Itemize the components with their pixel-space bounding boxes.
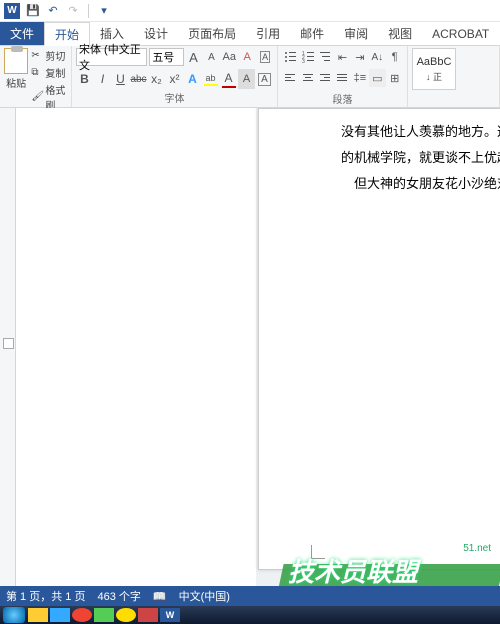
align-left-button[interactable] [282, 69, 298, 87]
sort-button[interactable]: A↓ [369, 48, 385, 66]
phonetic-guide-button[interactable]: A [257, 48, 273, 66]
paste-label: 粘贴 [6, 75, 26, 90]
start-button[interactable] [2, 607, 26, 623]
strike-button[interactable]: abc [130, 69, 147, 89]
vertical-ruler[interactable] [0, 108, 16, 606]
justify-button[interactable] [334, 69, 350, 87]
qat-separator [88, 4, 89, 18]
bold-button[interactable]: B [76, 69, 93, 89]
font-color-button[interactable]: A [220, 69, 237, 89]
text-effects-button[interactable]: A [184, 69, 201, 89]
windows-taskbar: W [0, 606, 500, 624]
quick-access-toolbar: W 💾 ↶ ↷ ▾ [0, 0, 500, 22]
status-word-count[interactable]: 463 个字 [97, 588, 140, 604]
left-blank-area [16, 108, 256, 606]
highlight-button[interactable]: ab [202, 69, 219, 89]
superscript-button[interactable]: x² [166, 69, 183, 89]
numbering-button[interactable]: 123 [299, 48, 315, 66]
change-case-button[interactable]: Aa [221, 48, 237, 66]
ribbon-tabstrip: 文件 开始 插入 设计 页面布局 引用 邮件 审阅 视图 ACROBAT [0, 22, 500, 46]
copy-button[interactable]: ⧉复制 [31, 65, 67, 80]
font-size-combo[interactable]: 五号 [149, 48, 183, 66]
status-page[interactable]: 第 1 页，共 1 页 [6, 588, 85, 604]
book-icon: 📖 [153, 590, 167, 603]
copy-label: 复制 [45, 65, 65, 80]
taskbar-app-4[interactable] [116, 608, 136, 622]
doc-line[interactable]: 的机械学院，就更谈不上优越了。 [341, 145, 500, 171]
tab-view[interactable]: 视图 [378, 22, 422, 45]
line-spacing-button[interactable]: ‡≡ [352, 69, 368, 87]
group-font: 宋体 (中文正文 五号 A A Aa A A B I U abc x₂ x² A… [72, 46, 278, 107]
italic-button[interactable]: I [94, 69, 111, 89]
char-border-button[interactable]: A [256, 69, 273, 89]
underline-button[interactable]: U [112, 69, 129, 89]
scissors-icon: ✂ [31, 50, 43, 62]
document-page[interactable]: 没有其他让人羡慕的地方。这样的 的机械学院，就更谈不上优越了。 但大神的女朋友花… [258, 108, 500, 570]
taskbar-app-3[interactable] [94, 608, 114, 622]
taskbar-app-2[interactable] [72, 608, 92, 622]
font-name-combo[interactable]: 宋体 (中文正文 [76, 48, 147, 66]
multilevel-button[interactable] [317, 48, 333, 66]
redo-icon[interactable]: ↷ [66, 4, 80, 18]
ribbon: 粘贴 ✂剪切 ⧉复制 🖌格式刷 剪贴板 宋体 (中文正文 五号 A A Aa A… [0, 46, 500, 108]
indent-button[interactable]: ⇥ [352, 48, 368, 66]
status-bar: 第 1 页，共 1 页 463 个字 📖 中文(中国) [0, 586, 500, 606]
grow-font-button[interactable]: A [186, 48, 202, 66]
app-icon: W [4, 3, 20, 19]
style-name: ↓ 正 [426, 70, 442, 83]
copy-icon: ⧉ [31, 67, 43, 79]
clear-format-button[interactable]: A [239, 48, 255, 66]
svg-text:3: 3 [302, 59, 305, 64]
group-clipboard: 粘贴 ✂剪切 ⧉复制 🖌格式刷 剪贴板 [0, 46, 72, 107]
borders-button[interactable]: ⊞ [387, 69, 403, 87]
paste-icon [4, 48, 28, 74]
group-paragraph-label: 段落 [282, 90, 403, 108]
page-corner-mark [311, 545, 325, 559]
doc-line[interactable]: 但大神的女朋友花小沙绝对是 [341, 171, 500, 197]
group-paragraph: 123 ⇤ ⇥ A↓ ¶ ‡≡ ▭ ⊞ 段落 [278, 46, 408, 107]
taskbar-word[interactable]: W [160, 608, 180, 622]
qat-customize-icon[interactable]: ▾ [97, 4, 111, 18]
char-shading-button[interactable]: A [238, 69, 255, 89]
tab-mailings[interactable]: 邮件 [290, 22, 334, 45]
windows-icon [3, 607, 25, 623]
cut-label: 剪切 [45, 48, 65, 63]
group-font-label: 字体 [76, 89, 273, 107]
shrink-font-button[interactable]: A [203, 48, 219, 66]
taskbar-app-1[interactable] [50, 608, 70, 622]
shading-button[interactable]: ▭ [369, 69, 385, 87]
status-proofing[interactable]: 📖 [153, 590, 167, 603]
paste-button[interactable]: 粘贴 [4, 48, 28, 90]
taskbar-explorer[interactable] [28, 608, 48, 622]
style-normal-button[interactable]: AaBbC ↓ 正 [412, 48, 456, 90]
tab-layout[interactable]: 页面布局 [178, 22, 246, 45]
subscript-button[interactable]: x₂ [148, 69, 165, 89]
font-color-swatch [222, 86, 236, 88]
align-right-button[interactable] [317, 69, 333, 87]
bullets-button[interactable] [282, 48, 298, 66]
cut-button[interactable]: ✂剪切 [31, 48, 67, 63]
tab-references[interactable]: 引用 [246, 22, 290, 45]
doc-line[interactable]: 没有其他让人羡慕的地方。这样的 [341, 119, 500, 145]
show-marks-button[interactable]: ¶ [387, 48, 403, 66]
tab-review[interactable]: 审阅 [334, 22, 378, 45]
save-icon[interactable]: 💾 [26, 4, 40, 18]
status-language[interactable]: 中文(中国) [179, 588, 230, 604]
style-sample: AaBbC [417, 56, 452, 68]
group-styles: AaBbC ↓ 正 [408, 46, 500, 107]
align-center-button[interactable] [299, 69, 315, 87]
outdent-button[interactable]: ⇤ [334, 48, 350, 66]
tab-file[interactable]: 文件 [0, 22, 44, 45]
taskbar-app-5[interactable] [138, 608, 158, 622]
highlight-swatch [204, 84, 218, 86]
brush-icon: 🖌 [31, 91, 43, 103]
undo-icon[interactable]: ↶ [46, 4, 60, 18]
tab-acrobat[interactable]: ACROBAT [422, 22, 499, 45]
document-area: 没有其他让人羡慕的地方。这样的 的机械学院，就更谈不上优越了。 但大神的女朋友花… [0, 108, 500, 606]
